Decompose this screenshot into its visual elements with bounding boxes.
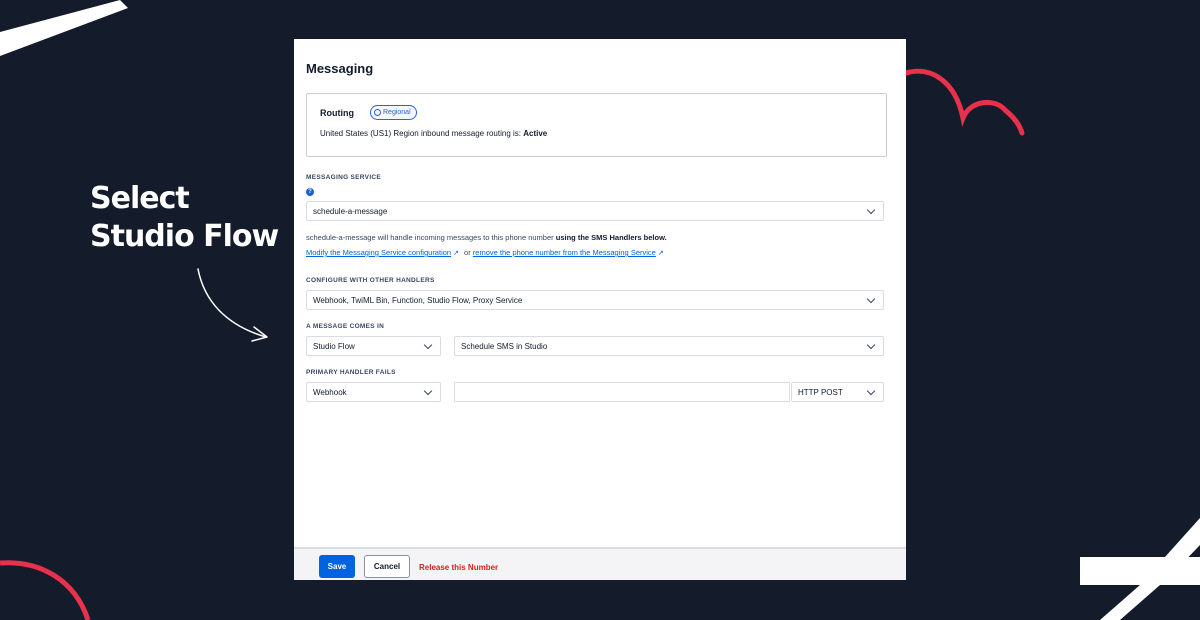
regional-badge-label: Regional — [383, 109, 411, 116]
callout-arrow-icon — [197, 268, 268, 342]
remove-number-link[interactable]: remove the phone number from the Messagi… — [473, 248, 656, 257]
release-number-button[interactable]: Release this Number — [419, 563, 498, 572]
messaging-panel: Messaging Routing Regional United States… — [294, 39, 906, 580]
messaging-service-value: schedule-a-message — [313, 206, 388, 216]
chevron-down-icon — [423, 340, 433, 350]
fallback-type-value: Webhook — [313, 387, 347, 397]
messaging-service-info-text: schedule-a-message will handle incoming … — [306, 233, 556, 242]
callout-line-2: Studio Flow — [90, 219, 279, 254]
chevron-down-icon — [866, 294, 876, 304]
regional-badge: Regional — [370, 105, 417, 120]
primary-handler-fails-label: PRIMARY HANDLER FAILS — [306, 369, 396, 376]
messaging-service-select[interactable]: schedule-a-message — [306, 201, 884, 221]
studio-flow-value: Schedule SMS in Studio — [461, 341, 548, 351]
messaging-service-label: MESSAGING SERVICE — [306, 174, 382, 181]
help-icon[interactable]: ? — [306, 188, 314, 196]
routing-status-text: United States (US1) Region inbound messa… — [320, 129, 547, 138]
callout-text: Select Studio Flow — [90, 180, 279, 256]
callout-line-1: Select — [90, 181, 190, 216]
modify-service-link[interactable]: Modify the Messaging Service configurati… — [306, 248, 451, 257]
chevron-down-icon — [866, 386, 876, 396]
routing-status-value: Active — [523, 129, 548, 138]
chevron-down-icon — [866, 340, 876, 350]
external-link-icon: ↗ — [453, 250, 459, 257]
globe-icon — [374, 109, 381, 116]
studio-flow-select[interactable]: Schedule SMS in Studio — [454, 336, 884, 356]
chevron-down-icon — [866, 205, 876, 215]
routing-status-prefix: United States (US1) Region inbound messa… — [320, 129, 524, 138]
panel-footer: Save Cancel Release this Number — [294, 547, 906, 580]
save-button[interactable]: Save — [319, 555, 355, 578]
other-handlers-value: Webhook, TwiML Bin, Function, Studio Flo… — [313, 295, 523, 305]
http-method-select[interactable]: HTTP POST — [791, 382, 884, 402]
message-handler-type-value: Studio Flow — [313, 341, 355, 351]
messaging-service-info-bold: using the SMS Handlers below. — [555, 233, 667, 242]
other-handlers-label: CONFIGURE WITH OTHER HANDLERS — [306, 277, 435, 284]
message-handler-type-select[interactable]: Studio Flow — [306, 336, 441, 356]
messaging-service-links: Modify the Messaging Service configurati… — [306, 248, 667, 257]
routing-label: Routing — [320, 108, 354, 118]
panel-title: Messaging — [306, 61, 374, 76]
other-handlers-select[interactable]: Webhook, TwiML Bin, Function, Studio Flo… — [306, 290, 884, 310]
message-comes-in-label: A MESSAGE COMES IN — [306, 323, 385, 330]
routing-box: Routing Regional United States (US1) Reg… — [306, 93, 887, 157]
or-text: or — [464, 248, 471, 257]
messaging-service-info: schedule-a-message will handle incoming … — [306, 233, 667, 242]
cancel-button[interactable]: Cancel — [364, 555, 410, 578]
external-link-icon: ↗ — [657, 250, 664, 257]
http-method-value: HTTP POST — [798, 387, 843, 397]
fallback-url-input[interactable] — [454, 382, 790, 402]
fallback-type-select[interactable]: Webhook — [306, 382, 441, 402]
chevron-down-icon — [423, 386, 433, 396]
